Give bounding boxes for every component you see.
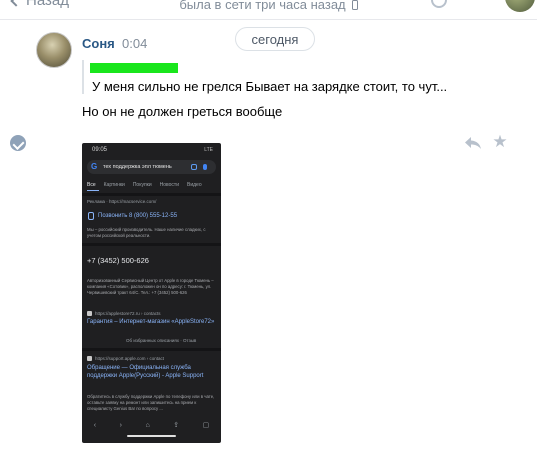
ss-divider <box>82 348 221 351</box>
ss-favicon <box>87 311 92 316</box>
ss-forward-icon: › <box>119 421 122 429</box>
ss-google-icon: G <box>91 162 98 171</box>
ss-result1-title: Гарантия – Интернет-магазин «AppleStore7… <box>87 319 215 325</box>
check-icon[interactable] <box>10 135 26 151</box>
ss-tab: Картинки <box>103 182 125 188</box>
phone-icon <box>351 0 358 10</box>
ss-result2-title: Обращение — Официальная служба поддержки… <box>87 365 204 379</box>
ss-browser-nav: ‹ › ⌂ ⇪ ▢ <box>82 419 221 431</box>
ss-phone-icon <box>88 212 94 220</box>
chat-header: Назад была в сети три часа назад <box>0 0 537 20</box>
ss-phone-number: +7 (3452) 500-626 <box>87 256 149 265</box>
attached-screenshot[interactable]: 09:05 LTE G тех поддержка эпл тюмень Все… <box>82 143 221 443</box>
ss-home-icon: ⌂ <box>145 421 150 429</box>
ss-divider <box>82 243 221 246</box>
author-name[interactable]: Соня <box>82 36 115 51</box>
ss-favicon <box>87 356 92 361</box>
ss-tab: Новости <box>159 182 179 188</box>
ss-mic-icon <box>203 164 207 170</box>
ss-ad-label: Реклама · https://macservice.com/ <box>87 199 157 204</box>
ss-status-signal: LTE <box>204 147 213 153</box>
ss-result1-meta: Об избранных описаниях · Отзыв <box>126 338 197 343</box>
ss-tab-underline <box>87 190 99 191</box>
ss-call-link: Позвонить 8 (800) 555-12-55 <box>98 213 178 219</box>
star-icon[interactable]: ★ <box>491 133 509 151</box>
ss-home-indicator <box>127 435 176 437</box>
ss-result2-desc: Обратитесь в службу поддержки Apple по т… <box>87 394 215 411</box>
ss-tab: Видео <box>187 182 202 188</box>
message-time[interactable]: 0:04 <box>122 36 147 51</box>
ss-search-query: тех поддержка эпл тюмень <box>103 163 172 170</box>
author-avatar[interactable] <box>36 32 72 68</box>
ss-result2-url: https://support.apple.com › contact <box>95 355 165 361</box>
ss-ad-desc: Мы – российский производитель. Наше нали… <box>87 227 206 238</box>
date-divider: сегодня <box>235 27 315 51</box>
ss-tab: Все <box>87 182 96 188</box>
quoted-message[interactable]: У меня сильно не грелся Бывает на зарядк… <box>92 79 447 94</box>
ss-divider <box>82 193 221 196</box>
quote-bar <box>82 60 84 94</box>
message-text: Но он не должен греться вообще <box>82 104 283 119</box>
ss-tab: Покупки <box>132 182 152 188</box>
ss-lens-icon <box>191 164 197 170</box>
quote-author-redacted <box>90 63 178 73</box>
online-status: была в сети три часа назад <box>0 0 537 12</box>
ss-result1-url: https://applestore72.ru › contacts <box>95 310 161 316</box>
reply-icon[interactable] <box>464 135 482 151</box>
online-status-text: была в сети три часа назад <box>179 0 346 12</box>
ss-share-icon: ⇪ <box>173 422 180 429</box>
ss-snippet: Авторизованный Сервисный Центр от Apple … <box>87 278 214 295</box>
ss-tabs-icon: ▢ <box>202 422 210 429</box>
ss-tabs: Все Картинки Покупки Новости Видео <box>87 182 202 188</box>
ss-status-time: 09:05 <box>92 147 108 153</box>
ss-back-icon: ‹ <box>93 421 97 429</box>
